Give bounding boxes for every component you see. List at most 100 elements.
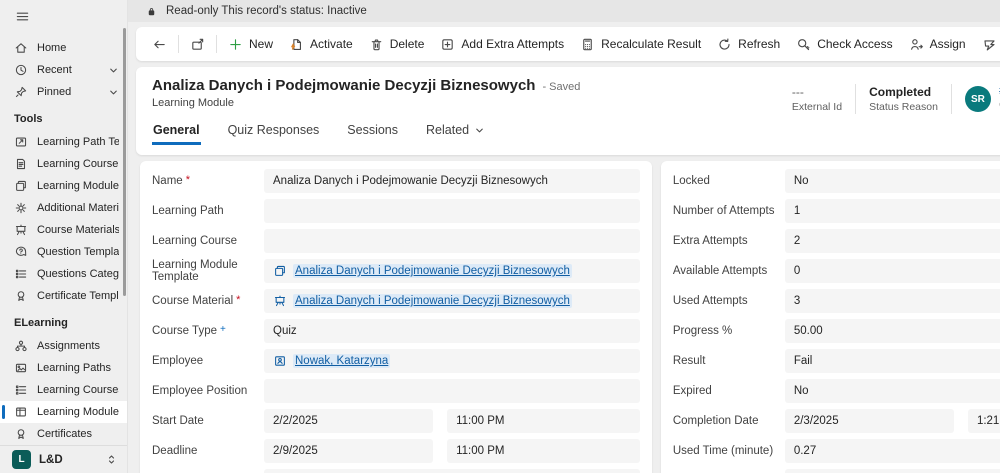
question-templates-icon (14, 245, 28, 259)
sidebar-scrollbar[interactable] (123, 28, 126, 296)
sidebar-item-certificates[interactable]: Certificates (0, 423, 127, 445)
sidebar-item-label: Recent (37, 64, 99, 76)
employee-position-input[interactable] (264, 379, 640, 403)
tab-quiz-responses[interactable]: Quiz Responses (227, 118, 321, 145)
start-date-date-input[interactable]: 2/2/2025 (264, 409, 433, 433)
course-material-lookup[interactable]: Analiza Danych i Podejmowanie Decyzji Bi… (264, 289, 640, 313)
completion-date-time-input[interactable]: 1:21 PM (968, 409, 1000, 433)
tab-general[interactable]: General (152, 118, 201, 145)
deadline-date-input[interactable]: 2/9/2025 (264, 439, 433, 463)
available-attempts-input[interactable]: 0 (785, 259, 1000, 283)
header-owner[interactable]: SR # SMART HCMLMS - RC Owner (952, 83, 1000, 115)
sidebar-item-additional-materials[interactable]: Additional Materi... (0, 197, 127, 219)
sidebar-item-learning-modules[interactable]: Learning Modules (0, 401, 127, 423)
refresh-label: Refresh (738, 37, 780, 51)
add-extra-attempts-button[interactable]: Add Extra Attempts (432, 31, 572, 57)
form-body: Name* Analiza Danych i Podejmowanie Decy… (140, 161, 1000, 473)
area-switcher[interactable]: L L&D (0, 445, 127, 473)
field-value: 11:00 PM (456, 445, 504, 457)
plus-icon (228, 37, 243, 52)
field-name: Name* Analiza Danych i Podejmowanie Decy… (152, 169, 640, 193)
learning-course-input[interactable] (264, 229, 640, 253)
module-record-icon (273, 264, 287, 278)
field-expired: Expired No (673, 379, 1000, 403)
clock-icon (14, 63, 28, 77)
start-date-time-input[interactable]: 11:00 PM (447, 409, 640, 433)
up-down-chevrons-icon (106, 454, 117, 465)
home-icon (14, 41, 28, 55)
expired-input[interactable]: No (785, 379, 1000, 403)
learning-module-template-icon (14, 179, 28, 193)
partial-field-box[interactable] (264, 469, 640, 473)
completion-date-date-input[interactable]: 2/3/2025 (785, 409, 954, 433)
activate-button[interactable]: Activate (281, 31, 361, 57)
flow-icon (982, 37, 997, 52)
hamburger-menu-button[interactable] (0, 0, 127, 35)
sidebar-item-learning-course-templates[interactable]: Learning Course T... (0, 153, 127, 175)
tab-sessions[interactable]: Sessions (346, 118, 399, 145)
sidebar-item-pinned[interactable]: Pinned (0, 81, 127, 103)
field-label: Name (152, 175, 183, 187)
external-id-value: --- (792, 85, 842, 99)
expand-form-button[interactable] (182, 31, 213, 57)
locked-input[interactable]: No (785, 169, 1000, 193)
area-name: L&D (39, 454, 98, 466)
new-button[interactable]: New (220, 31, 281, 57)
field-label: Used Time (minute) (673, 445, 773, 457)
sidebar-nav: Home Recent Pinned Tools Learning Path T… (0, 35, 127, 445)
learning-path-input[interactable] (264, 199, 640, 223)
readonly-banner: Read-only This record's status: Inactive (128, 0, 1000, 22)
course-material-link[interactable]: Analiza Danych i Podejmowanie Decyzji Bi… (293, 294, 572, 308)
deadline-time-input[interactable]: 11:00 PM (447, 439, 640, 463)
employee-link[interactable]: Nowak, Katarzyna (293, 354, 390, 368)
recommended-marker: + (220, 325, 226, 335)
field-label: Deadline (152, 445, 197, 457)
sidebar-item-course-materials[interactable]: Course Materials (0, 219, 127, 241)
sidebar-item-label: Certificate Templa... (37, 290, 119, 302)
field-value: 2/2/2025 (273, 415, 318, 427)
sidebar-item-home[interactable]: Home (0, 37, 127, 59)
learning-paths-icon (14, 361, 28, 375)
sidebar-item-learning-courses[interactable]: Learning Courses (0, 379, 127, 401)
status-reason-label: Status Reason (869, 101, 938, 113)
result-input[interactable]: Fail (785, 349, 1000, 373)
name-input[interactable]: Analiza Danych i Podejmowanie Decyzji Bi… (264, 169, 640, 193)
extra-attempts-input[interactable]: 2 (785, 229, 1000, 253)
field-value: 2/9/2025 (273, 445, 318, 457)
assign-button[interactable]: Assign (901, 31, 974, 57)
check-access-button[interactable]: Check Access (788, 31, 900, 57)
hamburger-icon (15, 9, 30, 24)
sidebar-item-learning-paths[interactable]: Learning Paths (0, 357, 127, 379)
field-label: Learning Course (152, 235, 237, 247)
sidebar-item-learning-module-templates[interactable]: Learning Module ... (0, 175, 127, 197)
sidebar-item-label: Learning Module ... (37, 180, 119, 192)
sidebar-item-assignments[interactable]: Assignments (0, 335, 127, 357)
recalculate-result-button[interactable]: Recalculate Result (572, 31, 709, 57)
number-of-attempts-input[interactable]: 1 (785, 199, 1000, 223)
sidebar-item-label: Learning Course T... (37, 158, 119, 170)
back-button[interactable] (144, 31, 175, 57)
used-attempts-input[interactable]: 3 (785, 289, 1000, 313)
field-label: Start Date (152, 415, 204, 427)
sidebar-item-recent[interactable]: Recent (0, 59, 127, 81)
learning-module-template-lookup[interactable]: Analiza Danych i Podejmowanie Decyzji Bi… (264, 259, 640, 283)
partial-field-box[interactable] (785, 469, 1000, 473)
sidebar-item-label: Assignments (37, 340, 119, 352)
refresh-button[interactable]: Refresh (709, 31, 788, 57)
field-label: Number of Attempts (673, 205, 775, 217)
course-type-select[interactable]: Quiz (264, 319, 640, 343)
tab-related[interactable]: Related (425, 118, 486, 145)
sidebar-item-learning-path-templates[interactable]: Learning Path Tem... (0, 131, 127, 153)
delete-label: Delete (390, 37, 425, 51)
progress-input[interactable]: 50.00 (785, 319, 1000, 343)
sidebar-item-certificate-templates[interactable]: Certificate Templa... (0, 285, 127, 307)
record-header: Analiza Danych i Podejmowanie Decyzji Bi… (136, 67, 1000, 155)
delete-button[interactable]: Delete (361, 31, 433, 57)
used-time-input[interactable]: 0.27 (785, 439, 1000, 463)
learning-module-template-link[interactable]: Analiza Danych i Podejmowanie Decyzji Bi… (293, 264, 572, 278)
sidebar-item-questions-category[interactable]: Questions Category (0, 263, 127, 285)
employee-lookup[interactable]: Nowak, Katarzyna (264, 349, 640, 373)
field-value: 11:00 PM (456, 415, 504, 427)
flow-button[interactable]: Flow (974, 31, 1000, 57)
sidebar-item-question-templates[interactable]: Question Templates (0, 241, 127, 263)
